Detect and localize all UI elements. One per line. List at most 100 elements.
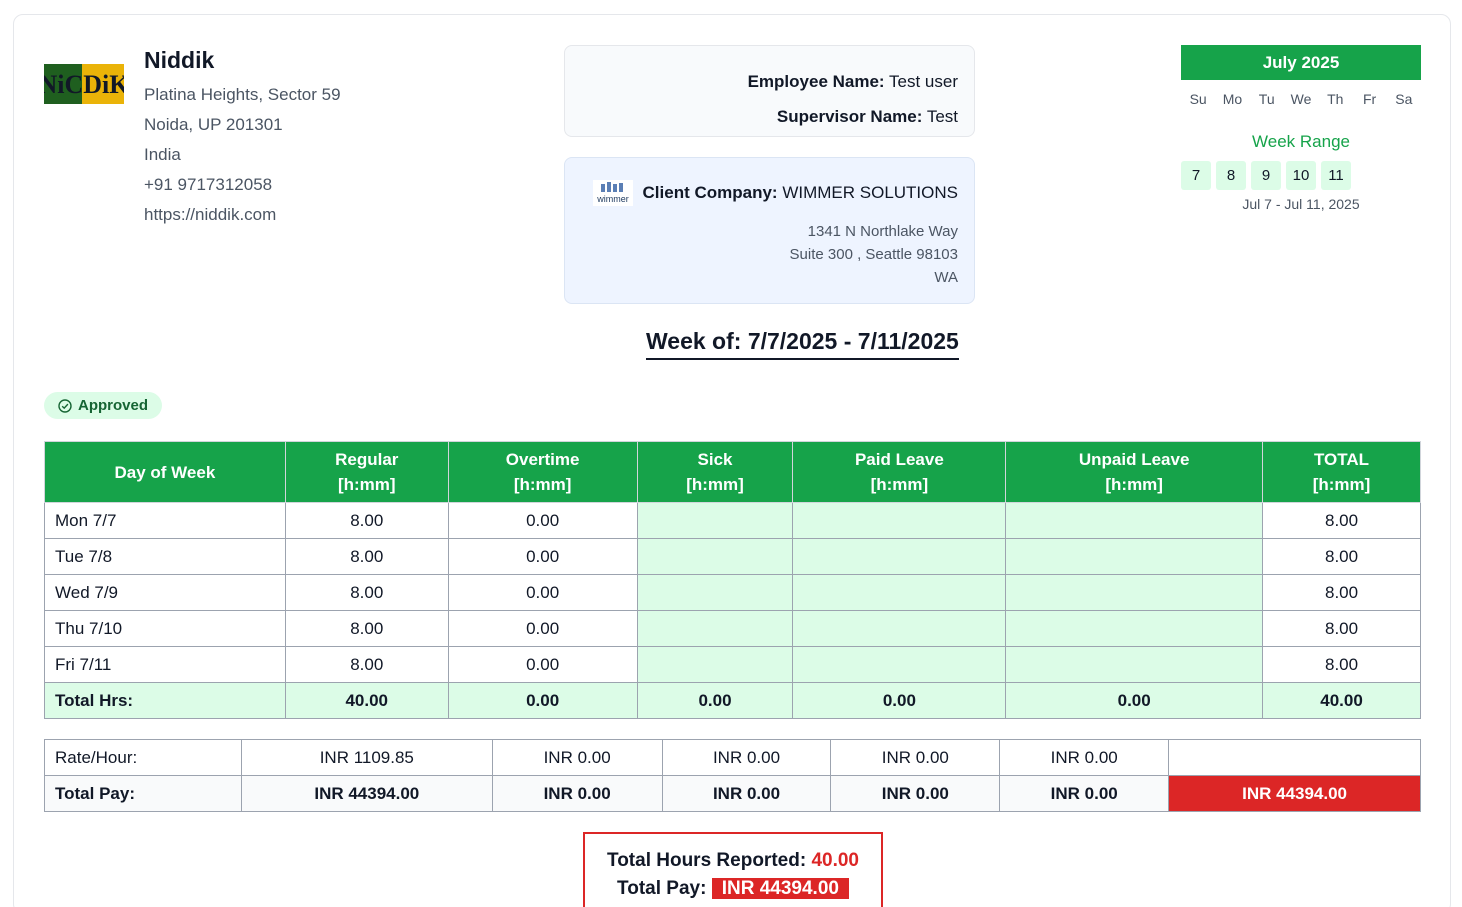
rate-cell: INR 1109.85 (240, 739, 493, 776)
employee-info-box: Employee Name: Test user Supervisor Name… (564, 45, 975, 137)
day-cell: Thu 7/10 (44, 610, 286, 647)
summary-hours: Total Hours Reported: 40.00 (585, 848, 881, 874)
client-name: WIMMER SOLUTIONS (782, 183, 958, 202)
unpaid-leave-cell (1005, 538, 1264, 575)
total-overtime: 0.00 (447, 682, 638, 719)
pay-cell: INR 0.00 (999, 775, 1170, 812)
rate-cell (1168, 739, 1421, 776)
pay-cell: INR 0.00 (491, 775, 663, 812)
rate-cell: INR 0.00 (661, 739, 832, 776)
total-cell: 8.00 (1262, 574, 1421, 611)
summary-box: Total Hours Reported: 40.00 Total Pay: I… (583, 832, 883, 907)
pay-table: Rate/Hour: INR 1109.85 INR 0.00 INR 0.00… (44, 739, 1421, 812)
client-address-line2: Suite 300 , Seattle 98103 (789, 246, 958, 263)
total-pay-label: Total Pay: (44, 775, 242, 812)
company-phone: +91 9717312058 (144, 175, 273, 194)
calendar-date[interactable]: 11 (1321, 161, 1351, 190)
regular-cell: 8.00 (284, 610, 449, 647)
hours-table: Day of Week Regular [h:mm] Overtime [h:mm]… (44, 441, 1421, 719)
paid-leave-cell (792, 574, 1007, 611)
calendar-date[interactable]: 9 (1251, 161, 1281, 190)
company-info: Niddik Platina Heights, Sector 59 Noida,… (144, 47, 341, 230)
weekday-label: Tu (1258, 91, 1275, 107)
paid-leave-cell (792, 538, 1007, 575)
employee-label: Employee Name: (747, 72, 885, 91)
calendar-date[interactable]: 10 (1286, 161, 1316, 190)
week-dates: 7 8 9 10 11 (1181, 161, 1356, 190)
employee-row: Employee Name: Test user (565, 64, 958, 99)
week-range-label: Week Range (1252, 132, 1350, 151)
sick-cell (636, 502, 794, 539)
summary-pay-label: Total Pay: (617, 878, 707, 899)
sick-cell (636, 610, 794, 647)
rate-cell: INR 0.00 (999, 739, 1170, 776)
summary-pay: Total Pay: INR 44394.00 (585, 874, 881, 904)
day-cell: Wed 7/9 (44, 574, 286, 611)
client-header: wimmer Client Company: WIMMER SOLUTIONS (581, 180, 958, 206)
weekday-label: Th (1327, 91, 1344, 107)
employee-name: Test user (889, 72, 958, 91)
calendar-weekdays: Su Mo Tu We Th Fr Sa (1181, 91, 1421, 107)
sick-cell (636, 646, 794, 683)
day-cell: Tue 7/8 (44, 538, 286, 575)
calendar-date[interactable]: 8 (1216, 161, 1246, 190)
total-hours: 40.00 (1262, 682, 1421, 719)
totals-label: Total Hrs: (44, 682, 286, 719)
table-row: Tue 7/8 8.00 0.00 8.00 (44, 538, 1421, 575)
paid-leave-cell (792, 610, 1007, 647)
total-paid-leave: 0.00 (792, 682, 1007, 719)
total-pay-row: Total Pay: INR 44394.00 INR 0.00 INR 0.0… (44, 775, 1421, 812)
client-address: 1341 N Northlake Way Suite 300 , Seattle… (581, 220, 958, 289)
weekday-label: Sa (1395, 91, 1413, 107)
calendar-date[interactable]: 7 (1181, 161, 1211, 190)
summary-pay-value: INR 44394.00 (711, 878, 849, 899)
client-address-line3: WA (934, 269, 958, 286)
sick-cell (636, 574, 794, 611)
overtime-cell: 0.00 (447, 574, 638, 611)
logo-text: NiCDiK (44, 70, 124, 99)
rate-cell: INR 0.00 (491, 739, 663, 776)
regular-cell: 8.00 (284, 538, 449, 575)
totals-row: Total Hrs: 40.00 0.00 0.00 0.00 0.00 40.… (44, 682, 1421, 719)
total-unpaid-leave: 0.00 (1005, 682, 1264, 719)
table-row: Thu 7/10 8.00 0.00 8.00 (44, 610, 1421, 647)
rate-label: Rate/Hour: (44, 739, 242, 776)
supervisor-name: Test (926, 107, 958, 126)
total-cell: 8.00 (1262, 502, 1421, 539)
wimmer-logo-text: wimmer (596, 194, 629, 204)
client-info-box: wimmer Client Company: WIMMER SOLUTIONS … (564, 157, 975, 304)
niddik-logo: NiCDiK (44, 64, 124, 104)
regular-cell: 8.00 (284, 502, 449, 539)
table-row: Mon 7/7 8.00 0.00 8.00 (44, 502, 1421, 539)
weekday-label: Su (1189, 91, 1207, 107)
regular-cell: 8.00 (284, 646, 449, 683)
grand-total-pay: INR 44394.00 (1168, 775, 1421, 812)
regular-cell: 8.00 (284, 574, 449, 611)
total-regular: 40.00 (284, 682, 449, 719)
weekday-label: Fr (1362, 91, 1377, 107)
pay-cell: INR 0.00 (830, 775, 1001, 812)
header-total: TOTAL [h:mm] (1262, 441, 1421, 503)
supervisor-label: Supervisor Name: (776, 107, 923, 126)
overtime-cell: 0.00 (447, 646, 638, 683)
unpaid-leave-cell (1005, 646, 1264, 683)
company-name: Niddik (144, 47, 215, 73)
table-row: Fri 7/11 8.00 0.00 8.00 (44, 646, 1421, 683)
rate-cell: INR 0.00 (830, 739, 1001, 776)
company-address-line1: Platina Heights, Sector 59 (144, 85, 341, 104)
company-country: India (144, 145, 181, 164)
total-cell: 8.00 (1262, 538, 1421, 575)
unpaid-leave-cell (1005, 610, 1264, 647)
client-label: Client Company: (642, 183, 778, 202)
total-cell: 8.00 (1262, 646, 1421, 683)
client-address-line1: 1341 N Northlake Way (807, 223, 958, 240)
unpaid-leave-cell (1005, 502, 1264, 539)
paid-leave-cell (792, 646, 1007, 683)
sick-cell (636, 538, 794, 575)
company-address-line2: Noida, UP 201301 (144, 115, 283, 134)
week-title: Week of: 7/7/2025 - 7/11/2025 (646, 328, 959, 360)
weekday-label: Mo (1222, 91, 1243, 107)
pay-cell: INR 44394.00 (240, 775, 493, 812)
header-unpaid-leave: Unpaid Leave [h:mm] (1005, 441, 1264, 503)
overtime-cell: 0.00 (447, 538, 638, 575)
